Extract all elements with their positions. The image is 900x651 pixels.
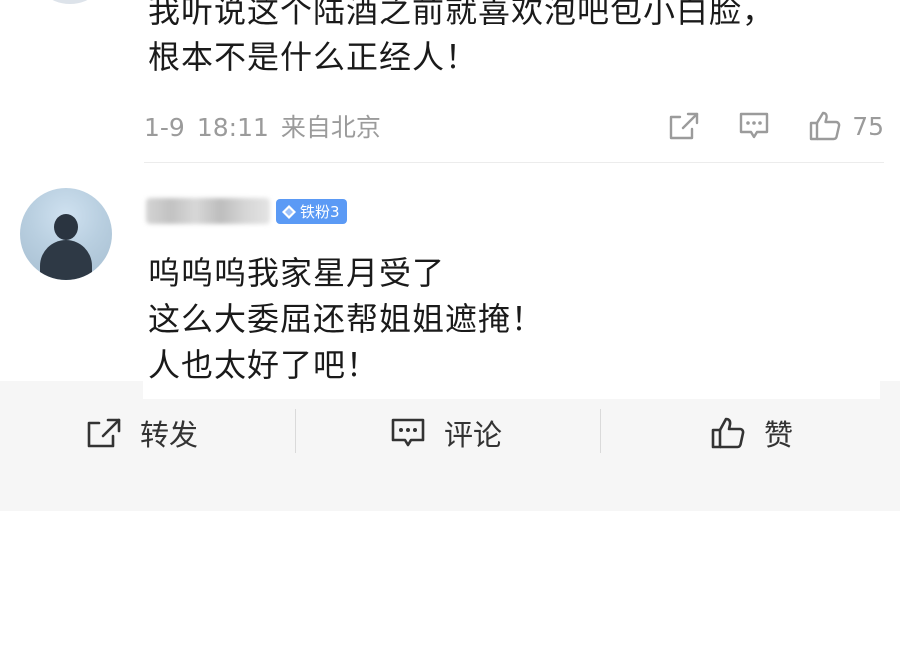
comment-text: 呜呜呜我家星月受了 这么大委屈还帮姐姐遮掩！ 人也太好了吧！ <box>148 250 888 388</box>
comment-bubble-icon <box>739 112 769 139</box>
comment-line: 根本不是什么正经人！ <box>148 38 479 76</box>
avatar[interactable] <box>20 188 112 280</box>
fan-badge[interactable]: 铁粉3 <box>276 199 347 224</box>
repost-label: 转发 <box>140 418 199 452</box>
username-blurred[interactable] <box>146 198 270 224</box>
avatar-silhouette-head <box>54 214 78 240</box>
comment-button[interactable]: 评论 <box>390 413 502 453</box>
comment-card-bottom <box>143 381 880 399</box>
diamond-icon <box>282 204 296 219</box>
repost-button[interactable] <box>668 111 700 141</box>
repost-button[interactable]: 转发 <box>86 413 198 453</box>
comment-date: 1-9 <box>144 113 185 142</box>
bar-separator <box>295 409 296 453</box>
comment-time: 18:11 <box>196 113 269 142</box>
thumbs-up-icon <box>711 417 745 449</box>
weibo-comment-page: 我听说这个陆酒之前就喜欢泡吧包小白脸， 根本不是什么正经人！ 1-9 18:11 来… <box>0 0 900 651</box>
comment-divider <box>144 162 884 163</box>
comment-location: 来自北京 <box>280 113 381 142</box>
comment-line: 我听说这个陆酒之前就喜欢泡吧包小白脸， <box>148 0 776 30</box>
comment-line: 这么大委屈还帮姐姐遮掩！ <box>148 300 545 338</box>
comment-text: 我听说这个陆酒之前就喜欢泡吧包小白脸， 根本不是什么正经人！ <box>148 0 888 80</box>
avatar[interactable] <box>30 0 110 4</box>
like-label: 赞 <box>764 418 794 452</box>
like-button[interactable]: 赞 <box>710 413 793 453</box>
comment-actions: 75 <box>630 110 884 142</box>
comment-line: 呜呜呜我家星月受了 <box>148 254 446 292</box>
bar-separator <box>600 409 601 453</box>
share-square-icon <box>87 418 121 448</box>
bottom-action-bar: 转发 评论 赞 <box>0 381 900 511</box>
comment-meta-row: 1-9 18:11 来自北京 75 <box>144 106 884 146</box>
badge-label: 铁粉3 <box>300 203 340 221</box>
like-button[interactable]: 75 <box>808 110 884 142</box>
thumbs-up-icon <box>809 111 841 141</box>
comment-label: 评论 <box>444 418 503 452</box>
avatar-silhouette-body <box>40 240 92 280</box>
like-count: 75 <box>852 111 884 141</box>
comment-button[interactable] <box>738 111 770 141</box>
share-square-icon <box>669 112 699 140</box>
comment-bubble-icon <box>391 418 425 447</box>
comment-timestamp: 1-9 18:11 来自北京 <box>144 108 393 144</box>
